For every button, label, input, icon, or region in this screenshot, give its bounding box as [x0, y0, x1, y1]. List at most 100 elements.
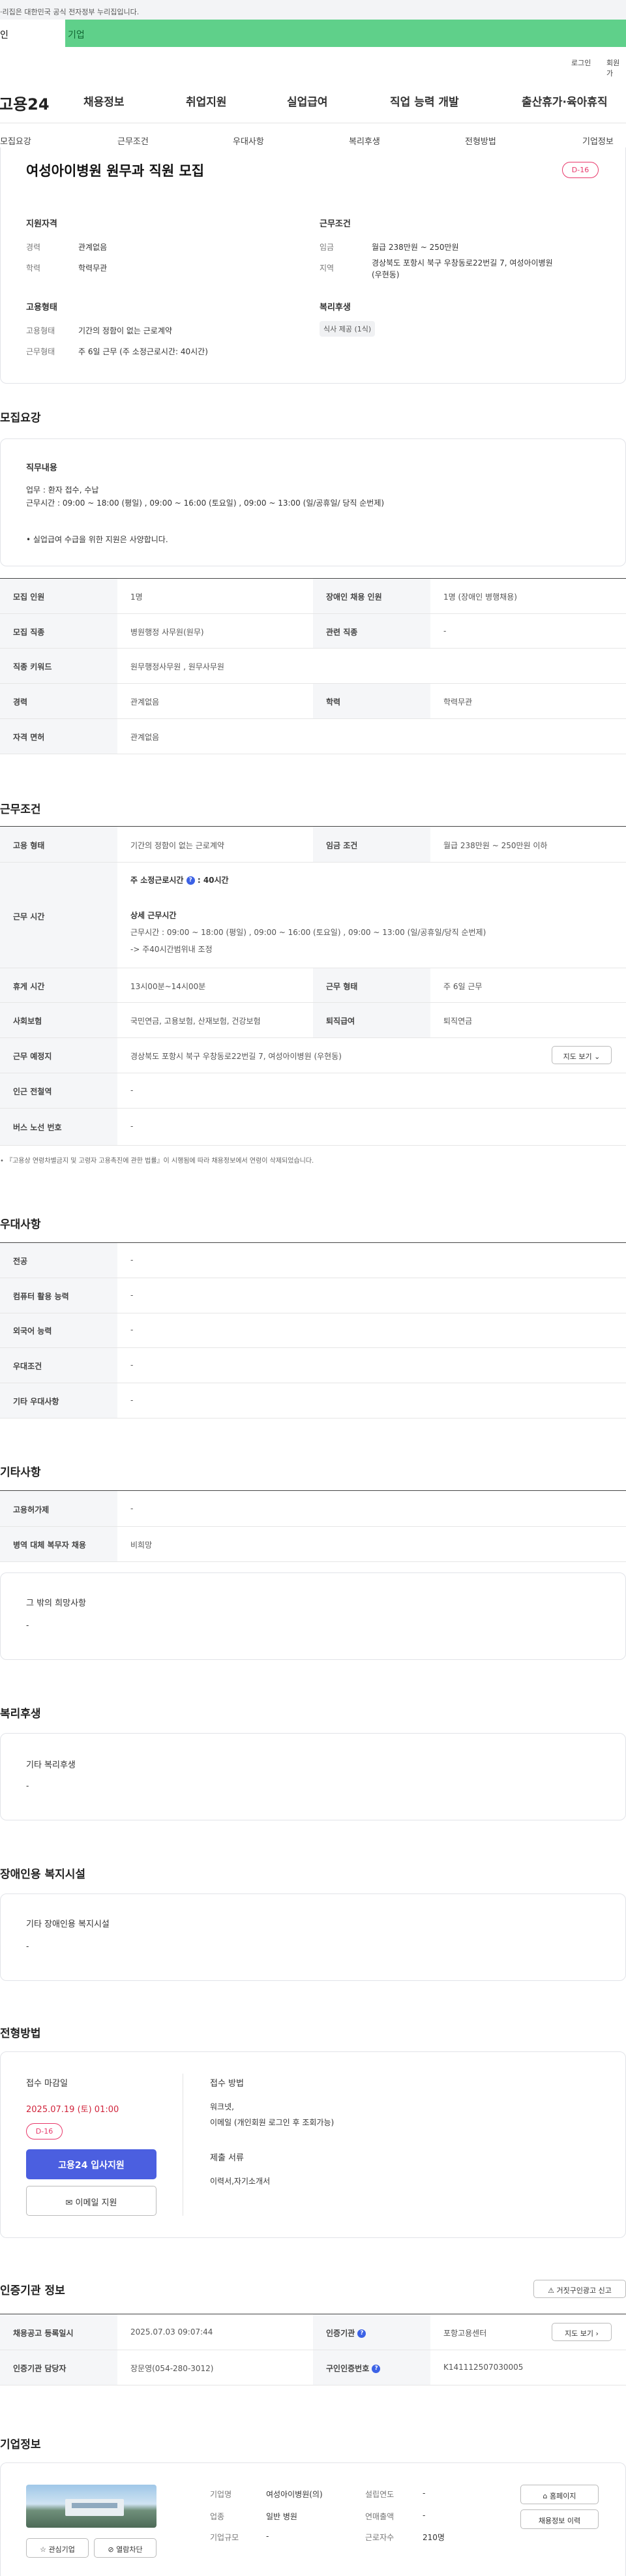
row-label: 관련 직종	[326, 628, 358, 637]
report-button-label: 거짓구인광고 신고	[556, 2286, 612, 2295]
lnb-conditions[interactable]: 근무조건	[117, 134, 149, 147]
tab-individual[interactable]: 인	[0, 20, 65, 47]
map-button[interactable]: 지도 보기 ⌄	[552, 1046, 612, 1064]
welfare-heading: 복리후생	[0, 1708, 41, 1721]
etc-heading: 기타사항	[0, 1466, 41, 1479]
insurance-label: 사회보험	[13, 1017, 42, 1026]
home-icon: ⌂	[543, 2492, 548, 2500]
tab-business[interactable]: 기업	[65, 20, 626, 47]
age-footnote-text: 『고용상 연령차별금지 및 고령자 고용촉진에 관한 법률』이 시행됨에 따라 …	[6, 1158, 314, 1165]
company-year-value: -	[423, 2489, 426, 2498]
region-value-2: (우현동)	[372, 270, 400, 279]
gov-banner: ·리집은 대한민국 공식 전자정부 누리집입니다.	[0, 0, 626, 20]
manager-label: 인증기관 담당자	[13, 2364, 67, 2373]
duty-title: 직무내용	[26, 463, 57, 473]
retire-label: 퇴직급여	[326, 1017, 355, 1026]
info-icon[interactable]: ?	[186, 876, 195, 885]
row-line	[0, 1561, 626, 1562]
info-icon[interactable]: ?	[372, 2365, 381, 2373]
region-label: 지역	[320, 264, 335, 273]
company-name-label: 기업명	[210, 2490, 232, 2499]
gnb-employment-support[interactable]: 취업지원	[186, 93, 227, 109]
lnb-process[interactable]: 전형방법	[465, 134, 496, 147]
welfare-title: 복리후생	[320, 303, 351, 313]
number-label: 구인인증번호 ?	[326, 2363, 381, 2374]
process-dday-badge: D-16	[26, 2123, 63, 2139]
company-industry-value: 일반 병원	[266, 2512, 297, 2521]
cert-heading: 인증기관 정보	[0, 2284, 65, 2297]
pref-value: -	[130, 1325, 134, 1334]
agency-map-button[interactable]: 지도 보기 ›	[552, 2323, 612, 2341]
work-type-value: 주 6일 근무 (주 소정근로시간: 40시간)	[78, 347, 208, 356]
site-tabs: 인 기업	[0, 20, 626, 47]
worktype-value: 주 6일 근무	[443, 982, 483, 991]
job-title: 여성아이병원 원무과 직원 모집	[26, 163, 205, 179]
row-line	[0, 648, 626, 649]
agency-label: 인증기관 ?	[326, 2327, 366, 2338]
row-line	[0, 1037, 626, 1038]
gnb-jobs[interactable]: 채용정보	[83, 93, 125, 109]
emp-title: 고용형태	[26, 303, 57, 313]
favorite-company-button[interactable]: ☆ 관심기업	[26, 2538, 89, 2558]
row-value: 병원행정 사무원(원무)	[130, 628, 204, 637]
gov-banner-text: ·리집은 대한민국 공식 전자정부 누리집입니다.	[0, 8, 140, 16]
row-label: 장애인 채용 인원	[326, 592, 382, 602]
row-value: 학력무관	[443, 698, 473, 707]
row-value: 1명	[130, 592, 143, 602]
login-link[interactable]: 로그인	[571, 57, 591, 68]
bus-value: -	[130, 1122, 134, 1131]
site-logo[interactable]: 고용24	[0, 91, 50, 114]
hours-detail-title: 상세 근무시간	[130, 911, 177, 920]
lnb-preference[interactable]: 우대사항	[233, 134, 264, 147]
preference-heading: 우대사항	[0, 1218, 41, 1231]
lnb-company[interactable]: 기업정보	[582, 134, 614, 147]
disabled-box-value: -	[26, 1942, 29, 1951]
pref-value: -	[130, 1396, 134, 1405]
duty-line1: 업무 : 환자 접수, 수납	[26, 485, 99, 495]
deadline-title: 접수 마감일	[26, 2079, 68, 2089]
info-icon[interactable]: ?	[357, 2329, 366, 2338]
lnb-recruit[interactable]: 모집요강	[0, 134, 31, 147]
bus-label: 버스 노선 번호	[13, 1123, 62, 1132]
worktype-label: 근무 형태	[326, 982, 358, 991]
career-label: 경력	[26, 243, 41, 252]
row-value: 1명 (장애인 병행채용)	[443, 592, 517, 602]
agency-label-text: 인증기관	[326, 2329, 355, 2338]
break-value: 13시00분~14시00분	[130, 982, 206, 991]
company-name-value: 여성아이병원(의)	[266, 2490, 323, 2499]
gnb-unemployment-benefit[interactable]: 실업급여	[287, 93, 328, 109]
wage-value: 월급 238만원 ~ 250만원	[372, 243, 459, 252]
cond-emp-label: 고용 형태	[13, 841, 45, 850]
method-1: 워크넷,	[210, 2102, 234, 2111]
cond-wage-label: 임금 조건	[326, 841, 358, 850]
pref-label: 컴퓨터 활용 능력	[13, 1292, 69, 1301]
cond-wage-value: 월급 238만원 ~ 250만원 이하	[443, 841, 548, 850]
apply-button[interactable]: 고용24 입사지원	[26, 2149, 156, 2179]
history-button[interactable]: 채용정보 이력	[520, 2509, 599, 2529]
email-apply-label: 이메일 지원	[75, 2198, 117, 2208]
gnb-parental-leave[interactable]: 출산휴가·육아휴직	[522, 93, 608, 109]
company-photo	[26, 2485, 156, 2528]
retire-value: 퇴직연금	[443, 1017, 473, 1026]
report-button[interactable]: ⚠ 거짓구인광고 신고	[533, 2280, 626, 2298]
row-line	[0, 613, 626, 614]
homepage-button[interactable]: ⌂ 홈페이지	[520, 2485, 599, 2504]
disabled-box	[0, 1894, 626, 1981]
place-label: 근무 예정지	[13, 1052, 52, 1061]
cond-title: 근무조건	[320, 219, 351, 229]
agency-map-label: 지도 보기	[565, 2329, 594, 2338]
duty-note: • 실업급여 수급을 위한 지원은 사양합니다.	[26, 535, 168, 544]
block-company-button[interactable]: ⊘ 열람차단	[94, 2538, 156, 2558]
duty-line2: 근무시간 : 09:00 ~ 18:00 (평일) , 09:00 ~ 16:0…	[26, 498, 385, 508]
email-apply-button[interactable]: ✉ 이메일 지원	[26, 2186, 156, 2216]
conditions-heading: 근무조건	[0, 803, 41, 816]
signup-link[interactable]: 회원가	[606, 57, 626, 78]
row-label: 경력	[13, 698, 28, 707]
favorite-company-label: 관심기업	[48, 2545, 75, 2554]
gnb-vocational-training[interactable]: 직업 능력 개발	[390, 93, 459, 109]
mail-icon: ✉	[65, 2198, 73, 2208]
chevron-down-icon: ⌄	[594, 1052, 601, 1061]
pref-label: 외국어 능력	[13, 1326, 52, 1336]
lnb-welfare[interactable]: 복리후생	[349, 134, 380, 147]
hours-detail-2: -> 주40시간범위내 조정	[130, 945, 213, 954]
